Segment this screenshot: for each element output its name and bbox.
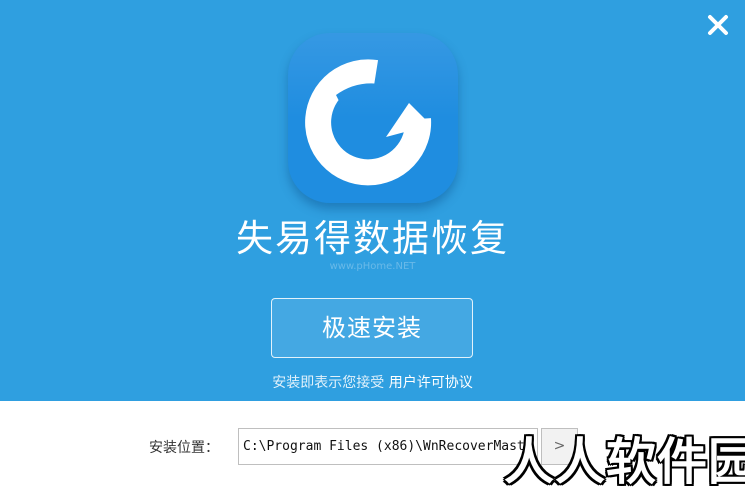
close-button[interactable] — [703, 10, 733, 40]
refresh-arrow-icon — [305, 59, 432, 186]
watermark-url: www.pHome.NET — [329, 261, 416, 272]
close-icon — [708, 15, 728, 35]
installer-window: 失易得数据恢复 www.pHome.NET 极速安装 安装即表示您接受 用户许可… — [0, 0, 745, 488]
agreement-text: 安装即表示您接受 — [272, 375, 385, 391]
app-logo — [288, 33, 458, 203]
license-agreement-link[interactable]: 用户许可协议 — [389, 375, 473, 391]
agreement-row: 安装即表示您接受 用户许可协议 — [0, 372, 745, 392]
install-path-label: 安装位置： — [149, 440, 219, 456]
header-area: 失易得数据恢复 www.pHome.NET 极速安装 安装即表示您接受 用户许可… — [0, 0, 745, 401]
quick-install-button[interactable]: 极速安装 — [271, 298, 473, 358]
install-path-input[interactable] — [238, 428, 538, 465]
site-watermark: 人人软件园 — [504, 433, 745, 488]
app-title: 失易得数据恢复 — [236, 217, 509, 260]
